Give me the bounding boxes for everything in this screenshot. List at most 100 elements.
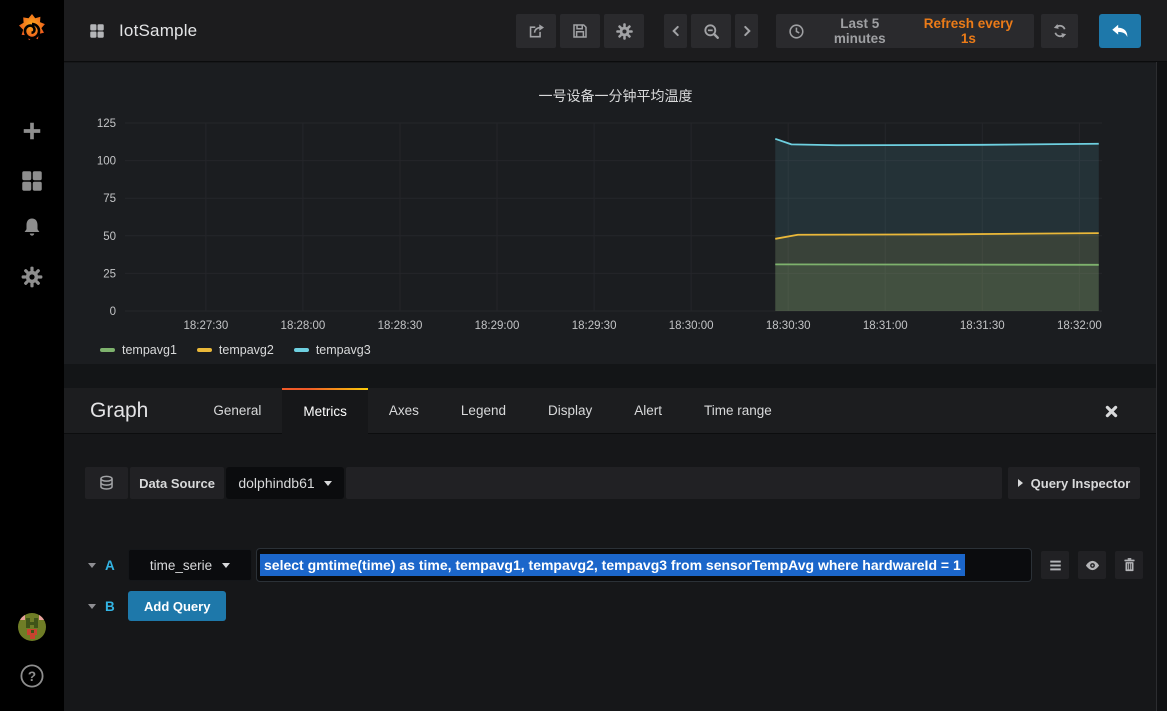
- y-tick-label: 125: [97, 118, 116, 130]
- share-icon: [527, 22, 546, 41]
- sidebar-item-alerting[interactable]: [0, 214, 64, 242]
- dashboard-title[interactable]: IotSample: [88, 0, 197, 62]
- editor-tabs: GeneralMetricsAxesLegendDisplayAlertTime…: [192, 388, 792, 433]
- eye-icon: [1084, 557, 1101, 574]
- query-a-type-select[interactable]: time_serie: [128, 549, 252, 581]
- query-a-delete-button[interactable]: [1115, 551, 1143, 579]
- x-tick-label: 18:27:30: [183, 320, 228, 332]
- panel-editor: Graph GeneralMetricsAxesLegendDisplayAle…: [64, 364, 1167, 711]
- dashboards-grid-icon: [19, 168, 45, 194]
- tab-axes[interactable]: Axes: [368, 388, 440, 433]
- tab-metrics[interactable]: Metrics: [282, 388, 368, 434]
- y-tick-label: 25: [103, 268, 116, 280]
- close-editor-button[interactable]: [1101, 401, 1121, 421]
- tab-legend[interactable]: Legend: [440, 388, 527, 433]
- x-tick-label: 18:32:00: [1057, 320, 1102, 332]
- y-tick-label: 0: [110, 306, 116, 318]
- help-icon: ?: [19, 663, 45, 689]
- time-range-label: Last 5 minutes: [813, 16, 907, 46]
- query-a-sql-input[interactable]: select gmtime(time) as time, tempavg1, t…: [256, 548, 1032, 582]
- grafana-logo[interactable]: [0, 8, 64, 54]
- query-row-a: A time_serie select gmtime(time) as time…: [85, 548, 1143, 582]
- tab-general[interactable]: General: [192, 388, 282, 433]
- time-shift-forward-button[interactable]: [735, 14, 758, 48]
- legend-swatch: [100, 348, 115, 352]
- refresh-icon: [1051, 22, 1069, 40]
- time-picker-button[interactable]: Last 5 minutes Refresh every 1s: [776, 14, 1034, 48]
- grafana-flame-icon: [13, 12, 51, 50]
- x-tick-label: 18:31:30: [960, 320, 1005, 332]
- legend-item-tempavg1[interactable]: tempavg1: [100, 343, 177, 357]
- scrollbar[interactable]: [1156, 62, 1167, 711]
- x-tick-label: 18:30:00: [669, 320, 714, 332]
- zoom-out-icon: [702, 22, 721, 41]
- sidebar-item-profile[interactable]: [0, 612, 64, 642]
- legend-item-tempavg3[interactable]: tempavg3: [294, 343, 371, 357]
- avatar: [17, 612, 47, 642]
- menu-icon: [1048, 558, 1063, 573]
- tab-time-range[interactable]: Time range: [683, 388, 793, 433]
- query-a-letter: A: [105, 558, 115, 573]
- query-a-toggle-visibility-button[interactable]: [1078, 551, 1106, 579]
- caret-down-icon: [222, 563, 230, 568]
- back-to-dashboard-button[interactable]: [1099, 14, 1141, 48]
- bell-icon: [20, 216, 44, 240]
- back-arrow-icon: [1109, 20, 1131, 42]
- query-b-collapse-toggle[interactable]: B: [85, 599, 125, 614]
- datasource-label: Data Source: [130, 467, 224, 499]
- y-tick-label: 100: [97, 156, 116, 168]
- query-inspector-button[interactable]: Query Inspector: [1008, 467, 1140, 499]
- database-icon: [97, 474, 116, 493]
- datasource-select[interactable]: dolphindb61: [226, 467, 344, 499]
- legend-item-tempavg2[interactable]: tempavg2: [197, 343, 274, 357]
- query-row-b: B Add Query: [85, 591, 226, 621]
- x-tick-label: 18:31:00: [863, 320, 908, 332]
- x-tick-label: 18:28:30: [378, 320, 423, 332]
- x-tick-label: 18:29:30: [572, 320, 617, 332]
- datasource-value: dolphindb61: [238, 475, 314, 491]
- sidebar-item-create[interactable]: [0, 117, 64, 145]
- sidebar-item-help[interactable]: ?: [0, 662, 64, 690]
- zoom-out-button[interactable]: [691, 14, 731, 48]
- dashboard-settings-button[interactable]: [604, 14, 644, 48]
- chart-plot-area[interactable]: 025507510012518:27:3018:28:0018:28:3018:…: [64, 110, 1167, 345]
- dashboards-grid-icon: [88, 22, 106, 40]
- chevron-down-icon: [88, 563, 96, 568]
- chevron-down-icon: [88, 604, 96, 609]
- chart-legend: tempavg1 tempavg2 tempavg3: [100, 343, 371, 357]
- datasource-icon-cell: [85, 467, 128, 499]
- gear-icon: [615, 22, 634, 41]
- query-a-collapse-toggle[interactable]: A: [85, 558, 125, 573]
- x-tick-label: 18:30:30: [766, 320, 811, 332]
- gear-icon: [20, 265, 44, 289]
- tab-display[interactable]: Display: [527, 388, 613, 433]
- chevron-left-icon: [669, 24, 683, 38]
- add-query-button[interactable]: Add Query: [128, 591, 226, 621]
- graph-panel: 一号设备一分钟平均温度 025507510012518:27:3018:28:0…: [64, 63, 1167, 364]
- tab-alert[interactable]: Alert: [613, 388, 683, 433]
- time-shift-back-button[interactable]: [664, 14, 687, 48]
- chevron-down-icon: [324, 481, 332, 486]
- x-tick-label: 18:28:00: [281, 320, 326, 332]
- refresh-interval-label: Refresh every 1s: [915, 16, 1022, 46]
- panel-type-title: Graph: [90, 399, 148, 423]
- save-icon: [571, 22, 589, 40]
- legend-label: tempavg1: [122, 343, 177, 357]
- clock-icon: [788, 23, 805, 40]
- x-tick-label: 18:29:00: [475, 320, 520, 332]
- svg-text:?: ?: [28, 669, 36, 684]
- panel-editor-tabbar: Graph GeneralMetricsAxesLegendDisplayAle…: [64, 388, 1167, 434]
- datasource-row-filler: [346, 467, 1002, 499]
- legend-swatch: [197, 348, 212, 352]
- y-tick-label: 75: [103, 193, 116, 205]
- query-a-menu-button[interactable]: [1041, 551, 1069, 579]
- series-area-tempavg3: [775, 139, 1099, 311]
- query-b-letter: B: [105, 599, 115, 614]
- share-button[interactable]: [516, 14, 556, 48]
- save-button[interactable]: [560, 14, 600, 48]
- panel-title: 一号设备一分钟平均温度: [64, 86, 1167, 106]
- refresh-button[interactable]: [1041, 14, 1078, 48]
- sidebar-item-configuration[interactable]: [0, 263, 64, 291]
- sidebar-item-dashboards[interactable]: [0, 167, 64, 195]
- plus-icon: [21, 120, 43, 142]
